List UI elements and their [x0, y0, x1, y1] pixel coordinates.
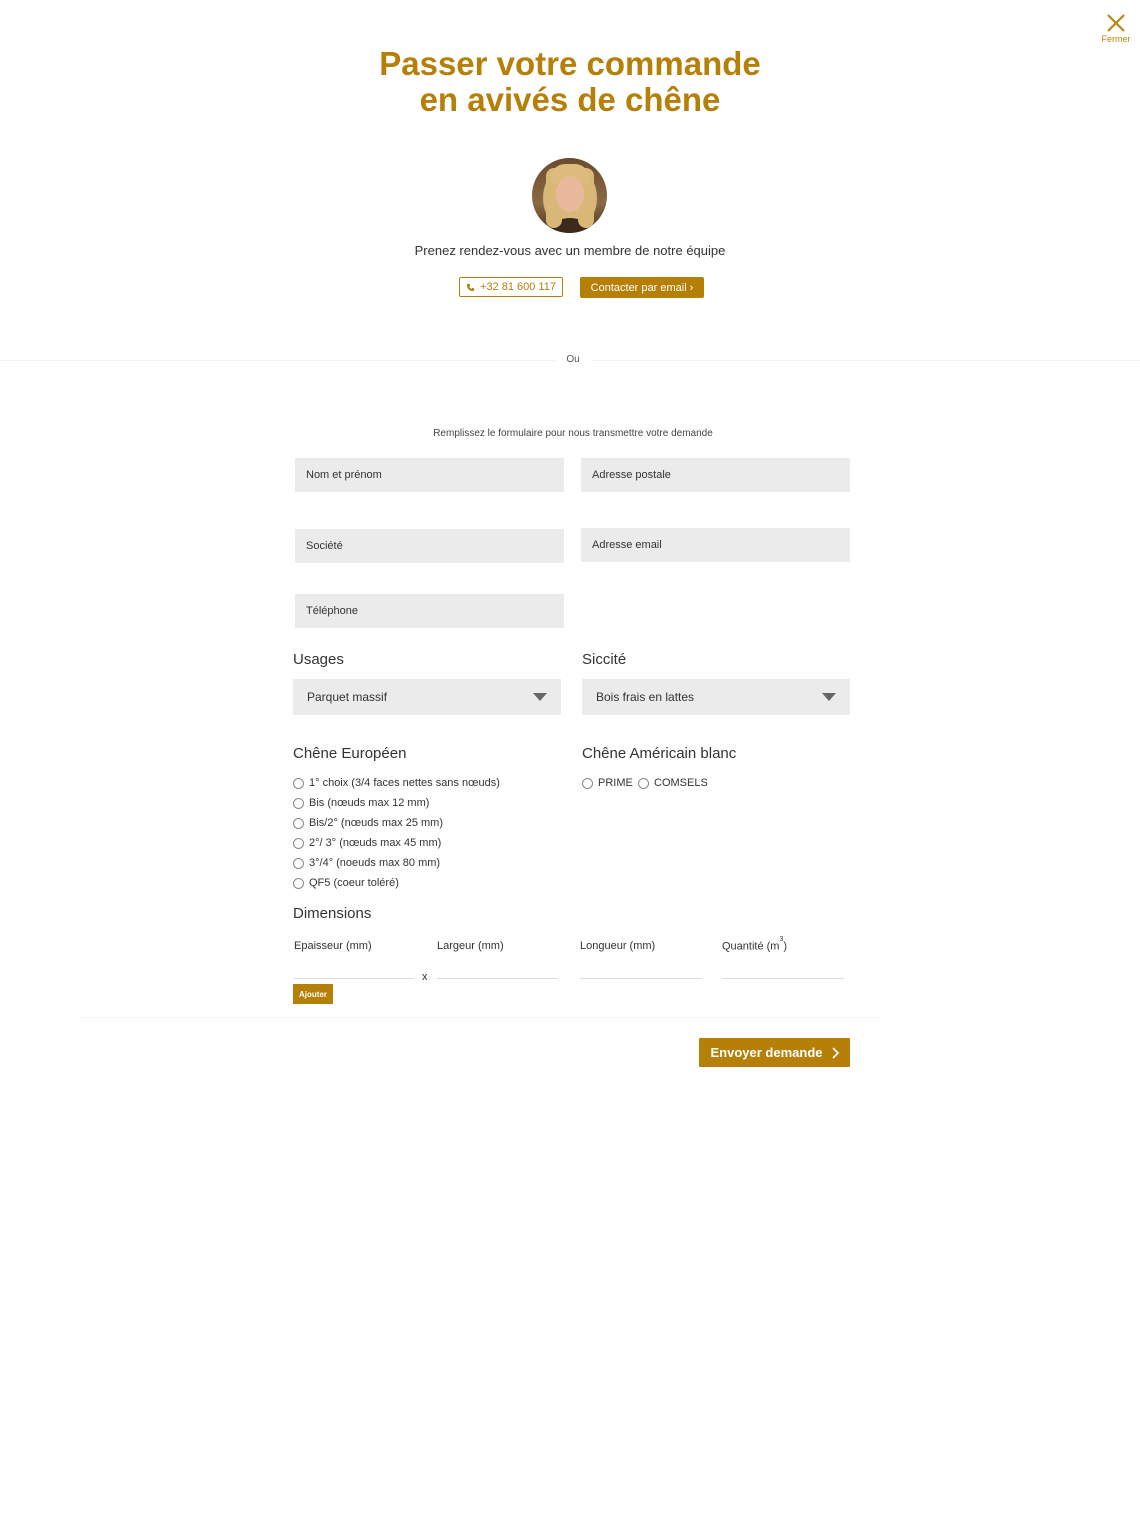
epaisseur-input[interactable] — [294, 978, 414, 979]
quantite-label-text: Quantité (m — [722, 940, 780, 953]
caret-down-icon — [822, 693, 836, 701]
dimensions-label: Dimensions — [293, 905, 372, 922]
usages-label: Usages — [293, 651, 344, 668]
siccite-value: Bois frais en lattes — [596, 690, 695, 704]
phone-button[interactable]: +32 81 600 117 — [459, 277, 563, 297]
radio-button[interactable] — [293, 837, 304, 849]
largeur-label: Largeur (mm) — [437, 940, 504, 952]
radio-option-label: 1° choix (3/4 faces nettes sans nœuds) — [309, 777, 500, 789]
radio-option[interactable]: COMSELS — [638, 777, 708, 789]
radio-option-label: 2°/ 3° (nœuds max 45 mm) — [309, 837, 442, 849]
avatar — [532, 158, 607, 233]
quantite-label-close: ) — [783, 940, 788, 953]
radio-option-label: QF5 (coeur toléré) — [309, 877, 399, 889]
divider — [80, 1017, 880, 1018]
caret-down-icon — [533, 693, 547, 701]
siccite-label: Siccité — [582, 651, 627, 668]
submit-button[interactable]: Envoyer demande — [699, 1038, 850, 1067]
radio-button[interactable] — [293, 777, 304, 789]
contact-tagline: Prenez rendez-vous avec un membre de not… — [414, 243, 726, 258]
largeur-input[interactable] — [437, 978, 557, 979]
address-field[interactable] — [581, 458, 850, 492]
radio-option-label: Bis/2° (nœuds max 25 mm) — [309, 817, 443, 829]
quantite-exponent: 3 — [779, 936, 784, 943]
longueur-input[interactable] — [580, 978, 702, 979]
radio-button[interactable] — [293, 857, 304, 869]
email-field[interactable] — [581, 528, 850, 562]
radio-option[interactable]: Bis (nœuds max 12 mm) — [293, 797, 429, 809]
chevron-right-icon — [831, 1046, 839, 1059]
epaisseur-label: Epaisseur (mm) — [294, 940, 372, 952]
radio-option[interactable]: Bis/2° (nœuds max 25 mm) — [293, 817, 443, 829]
radio-option[interactable]: 1° choix (3/4 faces nettes sans nœuds) — [293, 777, 500, 789]
radio-option[interactable]: QF5 (coeur toléré) — [293, 877, 399, 889]
radio-option[interactable]: 3°/4° (noeuds max 80 mm) — [293, 857, 440, 869]
radio-button[interactable] — [582, 777, 593, 789]
times-symbol: x — [422, 971, 428, 983]
company-field[interactable] — [295, 529, 564, 563]
or-separator: Ou — [555, 354, 591, 365]
radio-button[interactable] — [293, 817, 304, 829]
usages-value: Parquet massif — [307, 690, 388, 704]
close-icon — [1107, 14, 1125, 32]
radio-option-label: Bis (nœuds max 12 mm) — [309, 797, 430, 809]
radio-option[interactable]: 2°/ 3° (nœuds max 45 mm) — [293, 837, 441, 849]
siccite-select[interactable]: Bois frais en lattes — [582, 679, 850, 715]
page-title-line-2: en avivés de chêne — [419, 81, 721, 118]
radio-option-label: COMSELS — [654, 777, 708, 789]
radio-option[interactable]: PRIME — [582, 777, 633, 789]
radio-button[interactable] — [638, 777, 649, 789]
chene-europeen-label: Chêne Européen — [293, 745, 407, 762]
contact-email-button[interactable]: Contacter par email › — [580, 277, 704, 298]
radio-button[interactable] — [293, 877, 304, 889]
name-field[interactable] — [295, 458, 564, 492]
chevron-right-icon: › — [689, 281, 694, 294]
page-title: Passer votre commande en avivés de chêne — [0, 46, 1140, 118]
radio-button[interactable] — [293, 797, 304, 809]
phone-field[interactable] — [295, 594, 564, 628]
form-intro: Remplissez le formulaire pour nous trans… — [433, 428, 713, 439]
radio-option-label: 3°/4° (noeuds max 80 mm) — [309, 857, 441, 869]
quantite-input[interactable] — [722, 978, 844, 979]
chene-americain-label: Chêne Américain blanc — [582, 745, 737, 762]
longueur-label: Longueur (mm) — [580, 940, 656, 952]
submit-label: Envoyer demande — [710, 1045, 823, 1060]
radio-option-label: PRIME — [598, 777, 633, 789]
add-button[interactable]: Ajouter — [293, 984, 333, 1004]
usages-select[interactable]: Parquet massif — [293, 679, 561, 715]
quantite-label: Quantité (m3) — [722, 936, 788, 953]
phone-icon — [466, 283, 475, 291]
close-label: Fermer — [1101, 34, 1131, 44]
close-button[interactable]: Fermer — [1100, 12, 1132, 44]
phone-number: +32 81 600 117 — [480, 281, 556, 293]
page-title-line-1: Passer votre commande — [379, 45, 761, 82]
contact-email-label: Contacter par email — [590, 281, 687, 294]
